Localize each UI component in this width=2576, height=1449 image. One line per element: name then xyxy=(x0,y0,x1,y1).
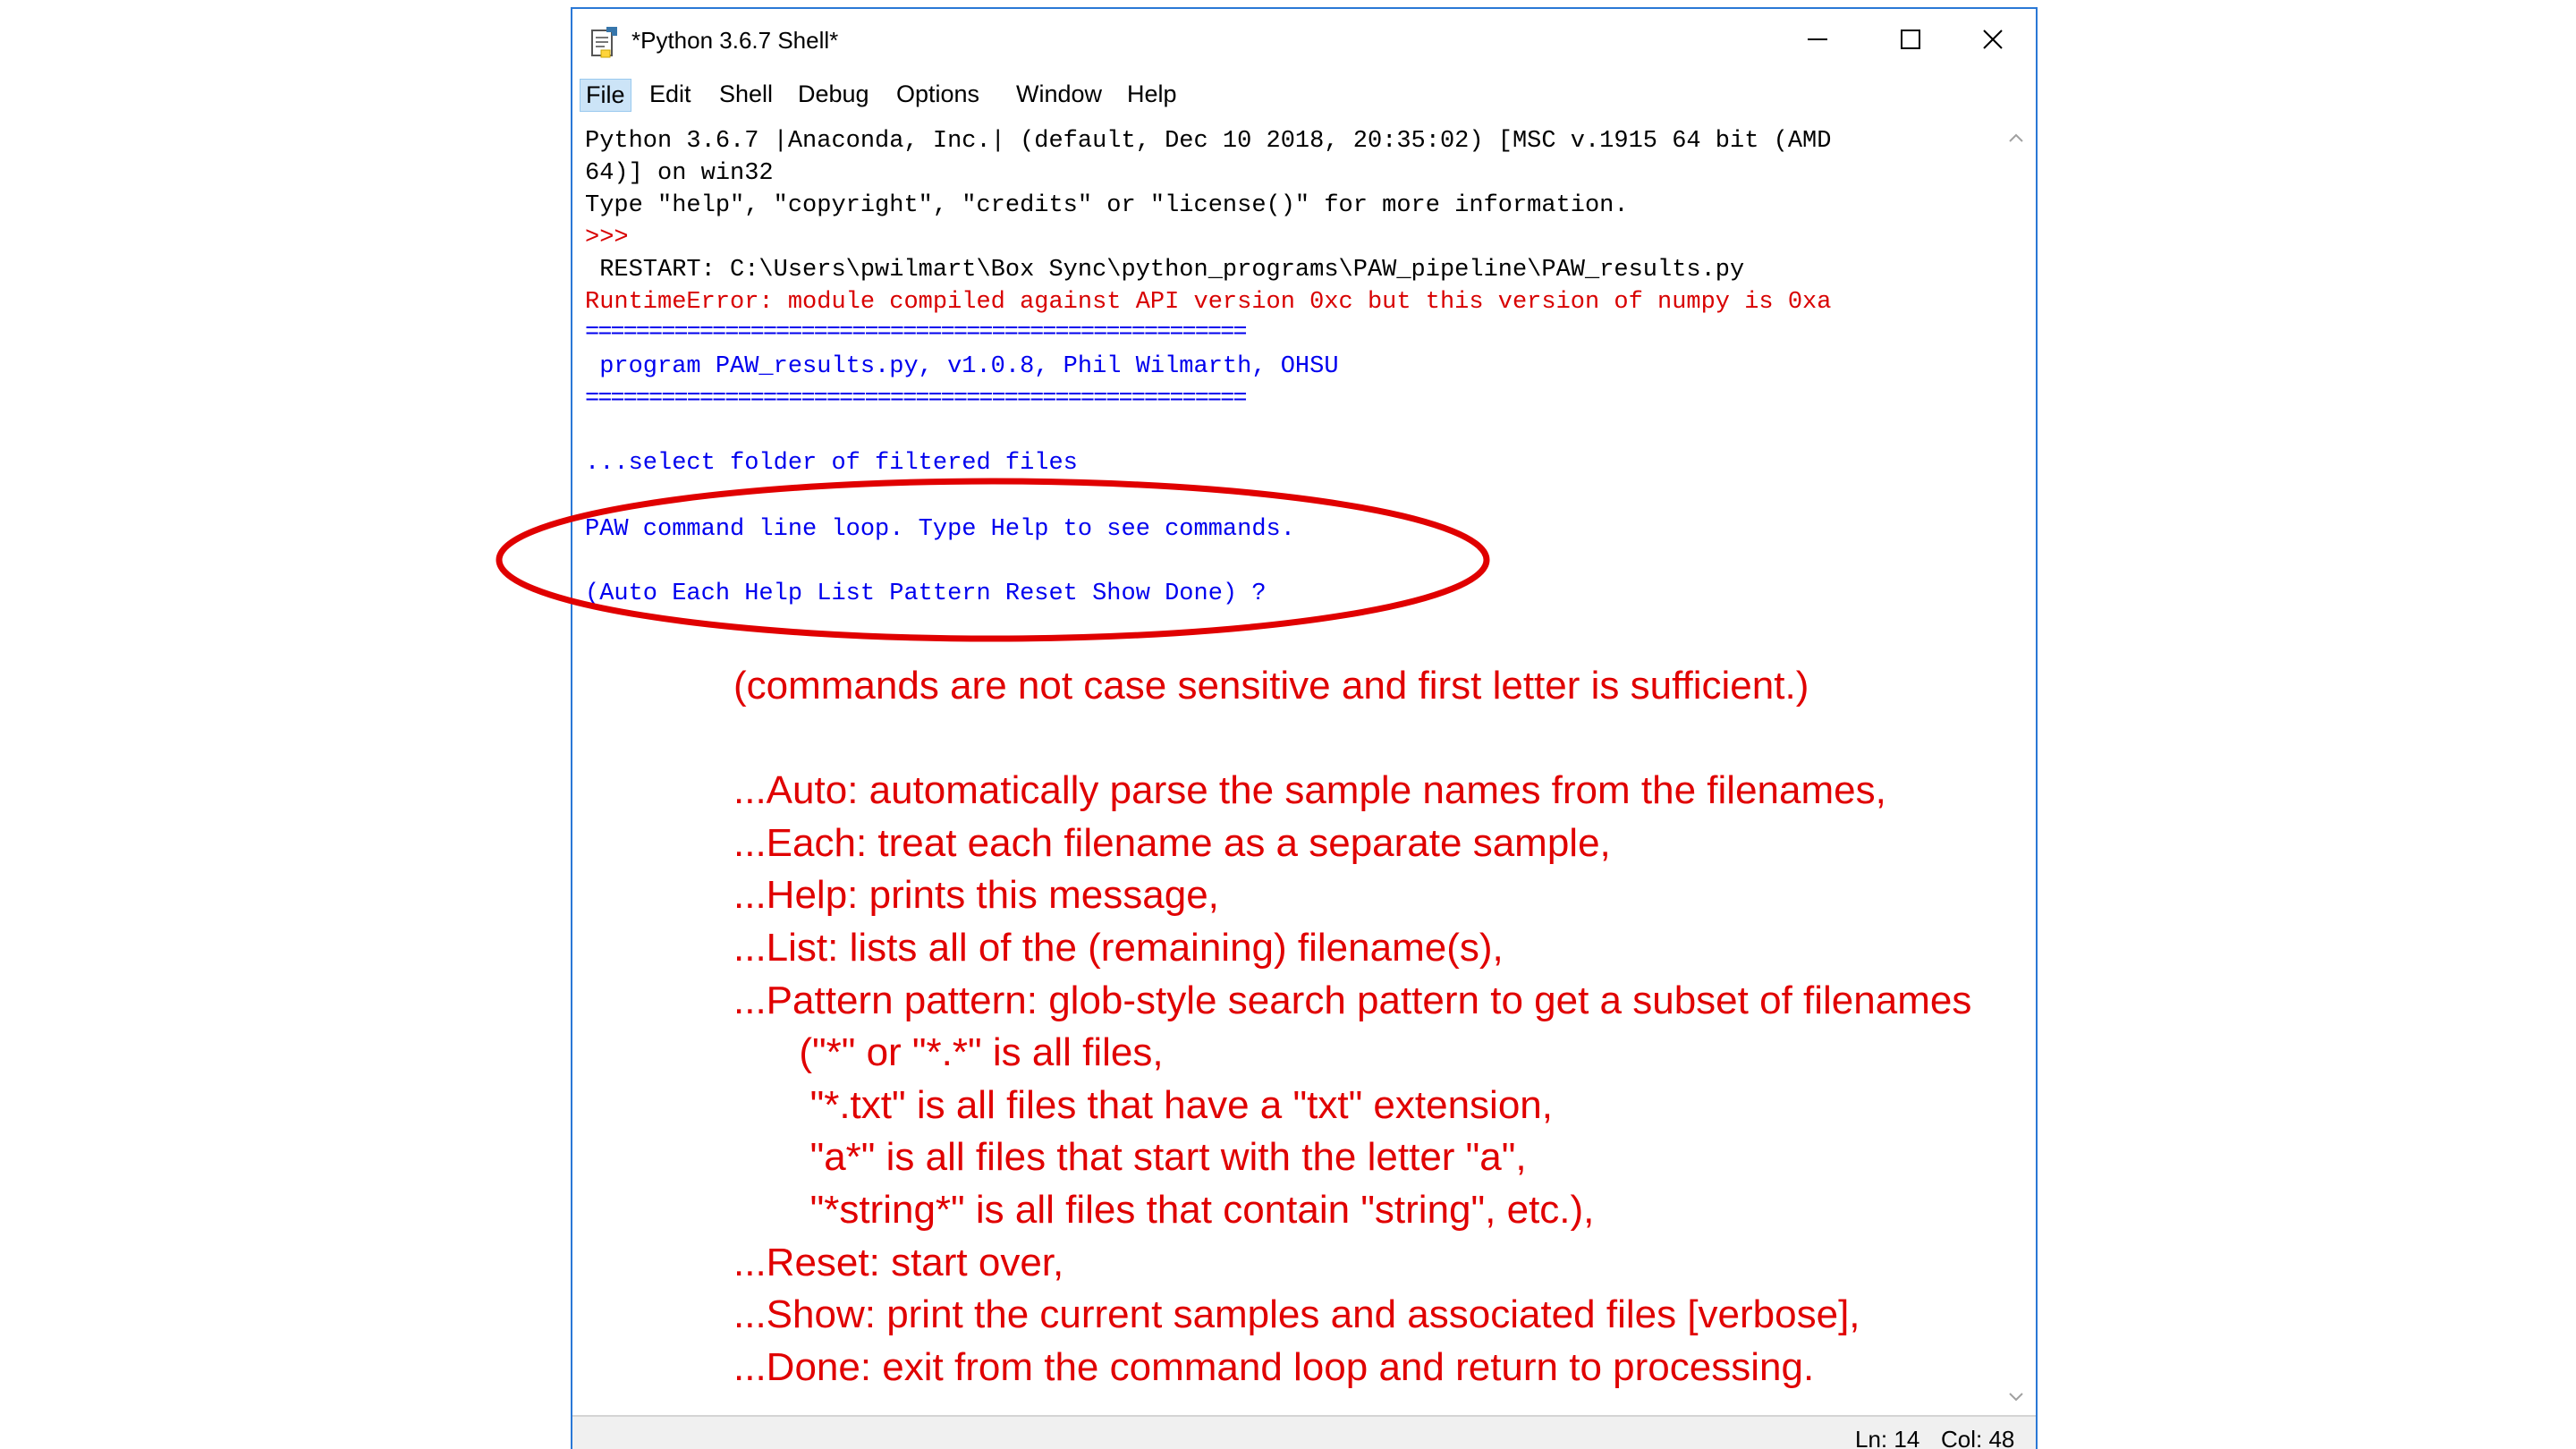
annotation-line: ...Done: exit from the command loop and … xyxy=(733,1344,1815,1389)
annotation-line: (commands are not case sensitive and fir… xyxy=(733,664,1809,708)
annotation-line xyxy=(733,713,1971,766)
menu-window[interactable]: Window xyxy=(1011,79,1107,110)
status-bar: Ln: 14 Col: 48 xyxy=(572,1415,2036,1449)
python-idle-icon xyxy=(591,27,617,58)
menu-help[interactable]: Help xyxy=(1122,79,1182,110)
title-bar[interactable]: *Python 3.6.7 Shell* xyxy=(572,9,2036,72)
scroll-down-button[interactable] xyxy=(1996,1379,2036,1415)
window-title: *Python 3.6.7 Shell* xyxy=(631,27,839,54)
menu-debug[interactable]: Debug xyxy=(792,79,875,110)
close-icon xyxy=(1983,30,2003,49)
annotation-line: ...Reset: start over, xyxy=(733,1240,1064,1284)
maximize-icon xyxy=(1901,30,1920,49)
highlight-ellipse xyxy=(496,478,1490,642)
chevron-down-icon xyxy=(2009,1393,2023,1402)
minimize-button[interactable] xyxy=(1771,9,1864,70)
maximize-button[interactable] xyxy=(1864,9,1957,70)
annotation-line: ...Auto: automatically parse the sample … xyxy=(733,768,1886,813)
menu-file[interactable]: File xyxy=(580,79,631,112)
shell-line: 64)] on win32 xyxy=(585,160,774,187)
annotation-line: ...Help: prints this message, xyxy=(733,873,1219,918)
close-button[interactable] xyxy=(1946,9,2039,70)
shell-line: Type "help", "copyright", "credits" or "… xyxy=(585,192,1629,219)
annotation-line: ...Show: print the current samples and a… xyxy=(733,1292,1860,1337)
annotation-line: "*string*" is all files that contain "st… xyxy=(733,1187,1595,1232)
shell-line: ========================================… xyxy=(585,386,1248,412)
menu-shell[interactable]: Shell xyxy=(714,79,778,110)
minimize-icon xyxy=(1808,38,1827,40)
menu-bar: File Edit Shell Debug Options Window Hel… xyxy=(572,75,2036,113)
scroll-up-button[interactable] xyxy=(1996,120,2036,156)
annotation-line: ("*" or "*.*" is all files, xyxy=(733,1030,1164,1075)
annotation-line: ...Pattern pattern: glob-style search pa… xyxy=(733,978,1972,1022)
chevron-up-icon xyxy=(2009,133,2023,142)
shell-line: >>> xyxy=(585,225,629,251)
column-number: Col: 48 xyxy=(1941,1426,2015,1449)
menu-options[interactable]: Options xyxy=(891,79,985,110)
line-number: Ln: 14 xyxy=(1855,1426,1920,1449)
menu-edit[interactable]: Edit xyxy=(644,79,697,110)
vertical-scrollbar[interactable] xyxy=(1996,114,2036,1415)
shell-line: Python 3.6.7 |Anaconda, Inc.| (default, … xyxy=(585,128,1832,155)
shell-line: RESTART: C:\Users\pwilmart\Box Sync\pyth… xyxy=(585,257,1745,284)
shell-line: RuntimeError: module compiled against AP… xyxy=(585,289,1832,316)
annotation-line: ...List: lists all of the (remaining) fi… xyxy=(733,925,1504,970)
annotation-line: ...Each: treat each filename as a separa… xyxy=(733,820,1611,865)
annotation-line: "*.txt" is all files that have a "txt" e… xyxy=(733,1082,1553,1127)
shell-line: program PAW_results.py, v1.0.8, Phil Wil… xyxy=(585,353,1339,380)
shell-line: ========================================… xyxy=(585,319,1248,346)
annotation-line: "a*" is all files that start with the le… xyxy=(733,1135,1527,1180)
annotation-text: (commands are not case sensitive and fir… xyxy=(733,660,1971,1394)
